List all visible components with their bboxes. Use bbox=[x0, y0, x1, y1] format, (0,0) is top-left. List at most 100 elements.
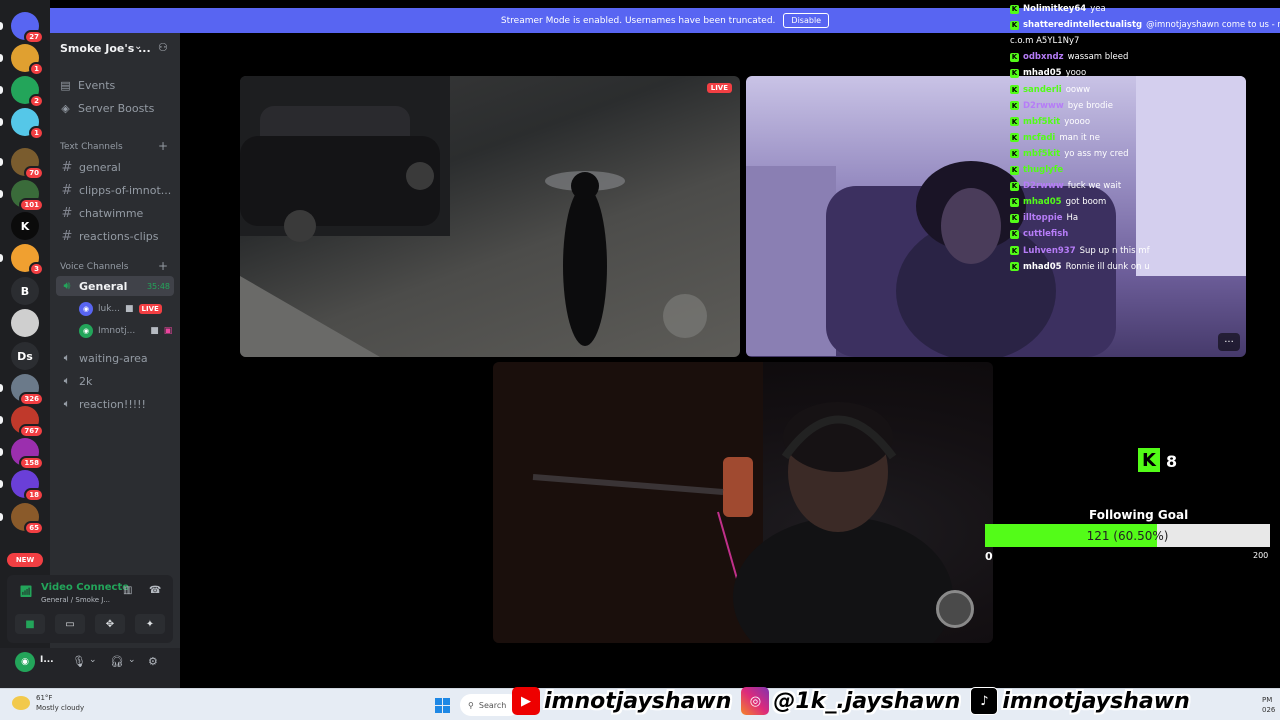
server-server-avatar-icon[interactable]: 18 bbox=[11, 470, 44, 502]
video-tile-streamer-cam[interactable] bbox=[493, 362, 993, 643]
video-tile-security-camera[interactable]: LIVE bbox=[240, 76, 740, 357]
server-server-avatar-icon[interactable]: 1 bbox=[11, 44, 44, 76]
disconnect-icon[interactable]: ☎ bbox=[149, 585, 161, 596]
user-avatar[interactable]: ◉ bbox=[15, 652, 35, 672]
calendar-icon: ▤ bbox=[60, 79, 71, 92]
nav-events[interactable]: ▤ Events bbox=[60, 79, 115, 92]
goal-min: 0 bbox=[985, 550, 993, 563]
speaker-icon: 🔈︎ bbox=[63, 351, 71, 364]
unread-pill bbox=[0, 513, 3, 521]
unread-pill bbox=[0, 416, 3, 424]
kick-badge-icon: K bbox=[1010, 181, 1019, 191]
notification-badge: 767 bbox=[19, 424, 44, 438]
chat-username: shatteredintellectualistg bbox=[1023, 20, 1143, 31]
taskbar-clock[interactable]: PM 026 bbox=[1262, 695, 1275, 715]
notification-badge: 1 bbox=[29, 126, 44, 140]
server-server-avatar-icon[interactable]: 65 bbox=[11, 503, 44, 535]
add-channel-icon[interactable]: + bbox=[158, 139, 168, 153]
user-bar: ◉ I... 🎙︎ ⌄ 🎧︎ ⌄ ⚙ bbox=[0, 648, 180, 688]
server-discord-home-icon[interactable]: 27 bbox=[11, 12, 44, 44]
weather-widget[interactable]: 61°F Mostly cloudy bbox=[12, 693, 84, 713]
server-server-avatar-icon[interactable]: 3 bbox=[11, 244, 44, 276]
microphone-icon[interactable]: 🎙︎ bbox=[72, 655, 86, 668]
server-face-icon[interactable]: 1 bbox=[11, 108, 44, 140]
voice-user[interactable]: ◉ luk... ■ LIVE bbox=[79, 302, 162, 316]
disable-button[interactable]: Disable bbox=[783, 13, 830, 28]
notification-badge: 3 bbox=[29, 262, 44, 276]
voice-user[interactable]: ◉ Imnotj... ■ ▣ bbox=[79, 324, 172, 338]
chat-message: K D2rwww bye brodie bbox=[1010, 101, 1113, 111]
server-server-avatar-icon[interactable]: 70 bbox=[11, 148, 44, 180]
cloud-sun-icon bbox=[12, 696, 30, 710]
streamer-webcam-scene bbox=[493, 362, 953, 643]
weather-text: 61°F Mostly cloudy bbox=[36, 693, 84, 713]
user-name[interactable]: I... bbox=[40, 655, 54, 665]
chat-message: Kshatteredintellectualistg @imnotjayshawn… bbox=[1010, 20, 1280, 30]
headphones-icon[interactable]: 🎧︎ bbox=[110, 655, 124, 668]
add-member-icon[interactable]: ⚇ bbox=[158, 41, 168, 54]
voice-channel-2k[interactable]: 🔈︎ 2k bbox=[56, 371, 174, 391]
hash-icon: # bbox=[61, 205, 73, 221]
chat-username: thuglyfe bbox=[1023, 165, 1064, 175]
channel-reactions-clips[interactable]: # reactions-clips bbox=[56, 226, 174, 246]
chat-message: Kmhad05 Ronnie ill dunk on u bbox=[1010, 262, 1150, 272]
gear-icon[interactable]: ⚙ bbox=[148, 655, 158, 668]
more-options-button[interactable]: ··· bbox=[1218, 333, 1240, 351]
category-voice-channels[interactable]: Voice Channels bbox=[60, 262, 128, 272]
banner-text: Streamer Mode is enabled. Usernames have… bbox=[500, 15, 776, 26]
windows-start-icon[interactable] bbox=[435, 698, 450, 713]
kick-badge-icon: K bbox=[1010, 101, 1019, 111]
notification-badge: 27 bbox=[24, 30, 44, 44]
kick-badge-icon: K bbox=[1010, 246, 1019, 255]
voice-connected-subtitle[interactable]: General / Smoke J... bbox=[41, 596, 110, 604]
chat-message: K Luhven937 Sup up n this mf bbox=[1010, 246, 1150, 256]
taskbar-search[interactable]: ⚲ Search bbox=[460, 694, 520, 716]
voice-channel-reaction[interactable]: 🔈︎ reaction!!!!! bbox=[56, 394, 174, 414]
server-server-avatar-icon[interactable] bbox=[11, 309, 39, 337]
avatar: ◉ bbox=[79, 324, 93, 338]
chevron-down-icon[interactable]: ⌄ bbox=[134, 41, 142, 52]
channel-label: reactions-clips bbox=[79, 229, 159, 243]
nav-server-boosts[interactable]: ◈ Server Boosts bbox=[60, 102, 154, 115]
chevron-down-icon[interactable]: ⌄ bbox=[89, 655, 97, 665]
goal-title: Following Goal bbox=[1089, 508, 1189, 522]
camera-button[interactable]: ■ bbox=[15, 614, 45, 634]
chat-message: Kmbf5kit yo ass my cred bbox=[1010, 149, 1129, 159]
server-discord-icon[interactable]: 2 bbox=[11, 76, 44, 108]
server-server-avatar-icon[interactable]: 101 bbox=[11, 180, 44, 212]
soundboard-icon[interactable]: ▥ bbox=[123, 585, 132, 596]
activities-button[interactable]: ✥ bbox=[95, 614, 125, 634]
chat-username: sanderli bbox=[1023, 84, 1062, 95]
chat-username: mhad05 bbox=[1023, 197, 1062, 208]
channel-clipps[interactable]: # clipps-of-imnot... bbox=[56, 180, 174, 200]
chevron-down-icon[interactable]: ⌄ bbox=[128, 655, 136, 665]
new-badge[interactable]: NEW bbox=[7, 553, 43, 567]
voice-connected-title[interactable]: Video Connecte bbox=[41, 582, 129, 593]
add-voice-channel-icon[interactable]: + bbox=[158, 259, 168, 273]
server-kick-icon[interactable]: K bbox=[11, 212, 39, 240]
voice-channel-general[interactable]: 🔊︎ General 35:48 bbox=[56, 276, 174, 296]
chat-username: mbf5kit bbox=[1023, 116, 1061, 127]
server-server-avatar-icon[interactable]: 767 bbox=[11, 406, 44, 438]
channel-general[interactable]: # general bbox=[56, 157, 174, 177]
server-server-avatar-icon[interactable]: 158 bbox=[11, 438, 44, 470]
voice-channel-waiting-area[interactable]: 🔈︎ waiting-area bbox=[56, 348, 174, 368]
chat-message: K Nolimitkey64 yea bbox=[1010, 4, 1106, 14]
notification-badge: 1 bbox=[29, 62, 44, 76]
server-server-avatar-icon[interactable]: 326 bbox=[11, 374, 44, 406]
kick-badge-icon: K bbox=[1010, 85, 1019, 94]
chat-username: mhad05 bbox=[1023, 261, 1062, 272]
notification-badge: 70 bbox=[24, 166, 44, 180]
soundboard-button[interactable]: ✦ bbox=[135, 614, 165, 634]
kick-chat-overlay: K Nolimitkey64 yea Kshatteredintellectualis… bbox=[1010, 4, 1280, 274]
category-text-channels[interactable]: Text Channels bbox=[60, 142, 123, 152]
unread-pill bbox=[0, 384, 3, 392]
screen-share-button[interactable]: ▭ bbox=[55, 614, 85, 634]
channel-label: chatwimme bbox=[79, 206, 144, 220]
clock-date: 026 bbox=[1262, 706, 1276, 714]
server-letter-icon[interactable]: B bbox=[11, 277, 39, 305]
chat-text: Ha bbox=[1066, 213, 1079, 224]
unread-pill bbox=[0, 158, 3, 166]
server-letter-icon[interactable]: Ds bbox=[11, 342, 39, 370]
channel-chatwimme[interactable]: # chatwimme bbox=[56, 203, 174, 223]
